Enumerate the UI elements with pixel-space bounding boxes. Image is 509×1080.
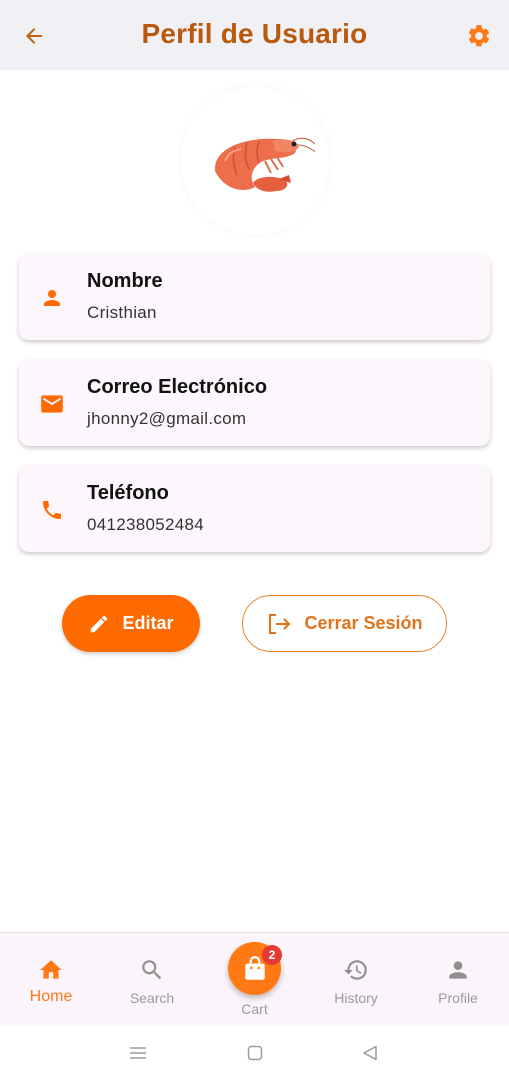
square-icon xyxy=(247,1045,263,1061)
phone-card: Teléfono 041238052484 xyxy=(19,466,490,552)
email-icon xyxy=(39,391,65,417)
logout-icon xyxy=(269,613,291,634)
name-label: Nombre xyxy=(87,270,163,292)
settings-button[interactable] xyxy=(459,16,499,56)
shrimp-image xyxy=(214,137,315,192)
logout-button[interactable]: Cerrar Sesión xyxy=(242,595,447,652)
nav-label-home: Home xyxy=(29,988,73,1005)
triangle-back-icon xyxy=(363,1045,377,1061)
menu-icon xyxy=(130,1047,146,1059)
person-icon xyxy=(39,285,65,311)
nav-item-search[interactable]: Search xyxy=(102,933,202,1027)
name-card: Nombre Cristhian xyxy=(19,254,490,340)
avatar xyxy=(181,87,329,235)
cart-button[interactable]: 2 xyxy=(228,942,282,995)
nav-label-search: Search xyxy=(129,990,175,1006)
home-icon xyxy=(38,957,64,983)
gear-icon xyxy=(468,25,490,47)
email-value: jhonny2@gmail.com xyxy=(87,409,247,428)
home-system-button[interactable] xyxy=(240,1040,270,1066)
phone-icon xyxy=(39,497,65,523)
logout-label: Cerrar Sesión xyxy=(304,613,423,633)
system-navigation-bar xyxy=(0,1026,509,1080)
nav-item-home[interactable]: Home xyxy=(1,933,101,1027)
nav-label-history: History xyxy=(334,990,378,1006)
back-system-button[interactable] xyxy=(355,1040,385,1066)
edit-label: Editar xyxy=(122,613,174,633)
page-title: Perfil de Usuario xyxy=(141,18,368,49)
cart-badge: 2 xyxy=(262,945,282,965)
nav-item-profile[interactable]: Profile xyxy=(408,933,508,1027)
email-card: Correo Electrónico jhonny2@gmail.com xyxy=(19,360,490,446)
phone-label: Teléfono xyxy=(87,482,169,504)
email-label: Correo Electrónico xyxy=(87,376,268,398)
edit-button[interactable]: Editar xyxy=(62,595,200,652)
person-icon xyxy=(445,957,471,983)
nav-item-history[interactable]: History xyxy=(306,933,406,1027)
history-icon xyxy=(343,957,369,983)
recents-button[interactable] xyxy=(123,1040,153,1066)
nav-label-cart: Cart xyxy=(241,1001,268,1017)
nav-label-profile: Profile xyxy=(438,990,478,1006)
phone-value: 041238052484 xyxy=(87,515,205,534)
name-value: Cristhian xyxy=(87,303,157,322)
app-bar: Perfil de Usuario xyxy=(0,0,509,70)
search-icon xyxy=(139,957,165,983)
pencil-icon xyxy=(91,615,108,632)
